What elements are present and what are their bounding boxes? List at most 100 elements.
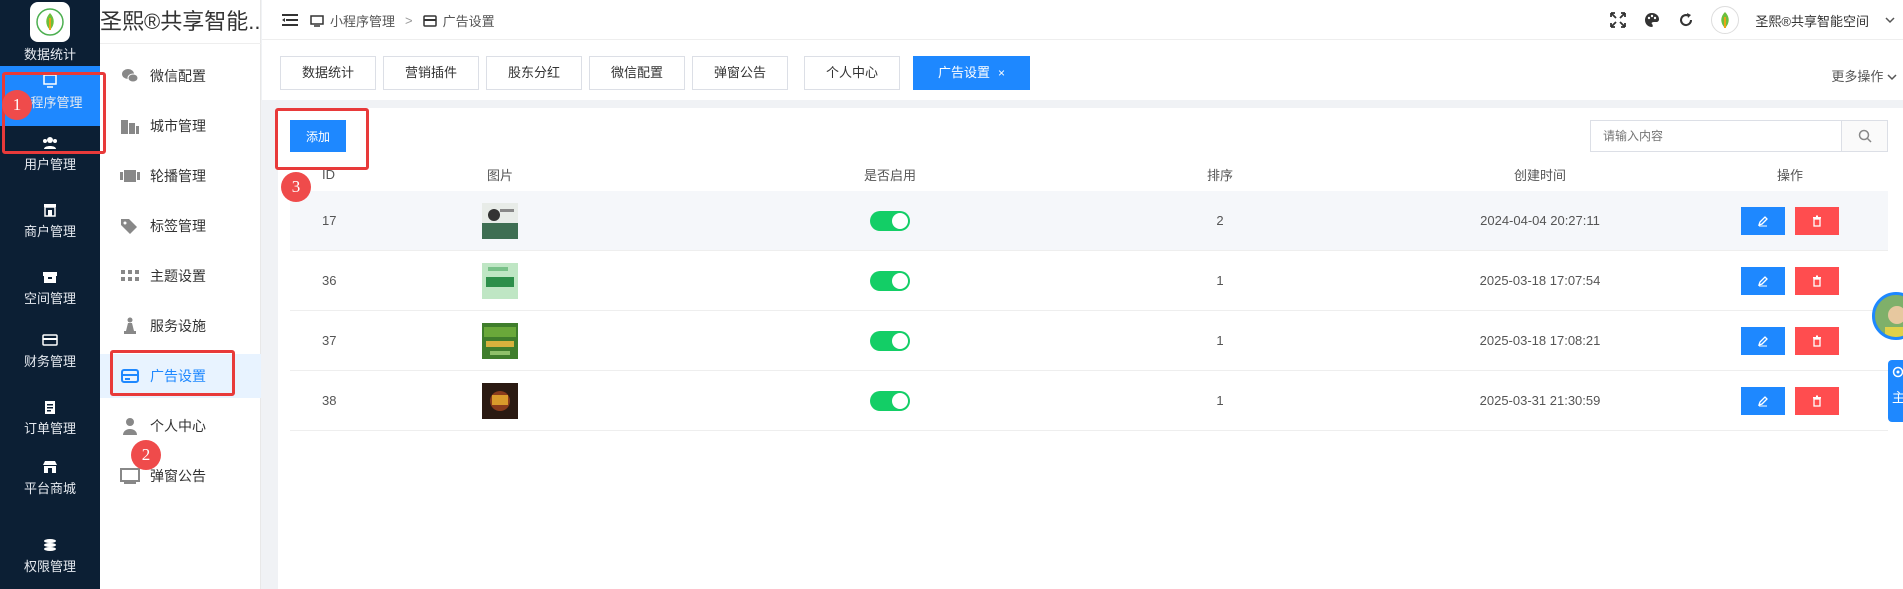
sidebar-item-popup[interactable]: 弹窗公告 xyxy=(100,454,261,498)
chevron-down-icon xyxy=(1887,74,1897,81)
sidebar-item-city[interactable]: 城市管理 xyxy=(100,104,261,148)
delete-button[interactable] xyxy=(1795,386,1839,415)
clipboard-icon xyxy=(45,401,55,414)
delete-button[interactable] xyxy=(1795,326,1839,355)
breadcrumb-separator: > xyxy=(405,13,413,28)
row-created: 2024-04-04 20:27:11 xyxy=(1480,213,1600,228)
nav-item-stats[interactable]: 数据统计 xyxy=(0,44,100,63)
nav-item-mall[interactable]: 平台商城 xyxy=(0,460,100,497)
user-name[interactable]: 圣熙®共享智能空间 xyxy=(1755,11,1869,30)
switch-on[interactable] xyxy=(870,270,910,291)
breadcrumb-item-current: 广告设置 xyxy=(442,14,495,29)
ad-image[interactable] xyxy=(470,191,530,250)
trash-icon xyxy=(1813,335,1821,347)
edit-icon xyxy=(1757,215,1768,226)
card-icon xyxy=(42,334,58,346)
row-created: 2025-03-31 21:30:59 xyxy=(1479,393,1601,408)
table-row: 36 1 2025-03-18 17:07:54 xyxy=(290,251,1888,311)
tag-icon xyxy=(120,218,140,234)
nav-item-finance[interactable]: 财务管理 xyxy=(0,333,100,370)
sidebar-item-facilities[interactable]: 服务设施 xyxy=(100,304,261,348)
tab-stats[interactable]: 数据统计 xyxy=(280,56,376,90)
chevron-down-icon[interactable] xyxy=(1885,15,1895,25)
nav-item-label: 数据统计 xyxy=(23,47,76,62)
switch-on[interactable] xyxy=(870,210,910,231)
sidebar-item-label: 城市管理 xyxy=(150,118,206,134)
tab-wechat[interactable]: 微信配置 xyxy=(589,56,685,90)
top-header: 小程序管理 > 广告设置 圣熙®共享智能空间 xyxy=(262,0,1903,40)
search-input[interactable] xyxy=(1591,121,1841,151)
enabled-toggle[interactable] xyxy=(790,311,990,370)
enabled-toggle[interactable] xyxy=(790,251,990,310)
ad-image[interactable] xyxy=(470,371,530,430)
ad-thumbnail xyxy=(482,382,518,419)
app-logo[interactable] xyxy=(30,2,70,42)
row-actions xyxy=(1710,371,1870,430)
sidebar-item-theme[interactable]: 主题设置 xyxy=(100,254,261,298)
annotation-marker-1: 1 xyxy=(2,90,32,120)
ad-thumbnail xyxy=(482,262,518,299)
edit-button[interactable] xyxy=(1741,326,1785,355)
coins-icon xyxy=(44,539,56,551)
sidebar-item-wechat[interactable]: 微信配置 xyxy=(100,54,261,98)
nav-item-merchants[interactable]: 商户管理 xyxy=(0,203,100,240)
tab-popup[interactable]: 弹窗公告 xyxy=(692,56,788,90)
enabled-toggle[interactable] xyxy=(790,191,990,250)
row-sort: 1 xyxy=(1216,393,1224,408)
refresh-icon[interactable] xyxy=(1677,11,1695,29)
main-nav: 数据统计 小程序管理 用户管理 商户管理 空间管理 财务管理 订单管理 平台商城… xyxy=(0,0,100,589)
nav-item-spaces[interactable]: 空间管理 xyxy=(0,270,100,307)
sidebar-item-label: 服务设施 xyxy=(150,318,206,334)
delete-button[interactable] xyxy=(1795,266,1839,295)
tab-profile[interactable]: 个人中心 xyxy=(804,56,900,90)
search-button[interactable] xyxy=(1841,121,1887,151)
more-operations-dropdown[interactable]: 更多操作 xyxy=(1831,66,1897,85)
table-row: 37 1 2025-03-18 17:08:21 xyxy=(290,311,1888,371)
sidebar-item-carousel[interactable]: 轮播管理 xyxy=(100,154,261,198)
tab-ads[interactable]: 广告设置 × xyxy=(913,56,1030,90)
menu-toggle-icon[interactable] xyxy=(282,12,298,28)
edit-icon xyxy=(1757,395,1768,406)
enabled-toggle[interactable] xyxy=(790,371,990,430)
row-created: 2025-03-18 17:08:21 xyxy=(1479,333,1601,348)
floating-tab-label: 主 xyxy=(1892,390,1903,405)
edit-button[interactable] xyxy=(1741,266,1785,295)
tab-dividends[interactable]: 股东分红 xyxy=(486,56,582,90)
palette-icon[interactable] xyxy=(1643,11,1661,29)
ad-image[interactable] xyxy=(470,251,530,310)
avatar[interactable] xyxy=(1711,6,1740,34)
tab-label: 弹窗公告 xyxy=(713,65,766,80)
monitor-icon xyxy=(120,468,140,484)
fullscreen-icon[interactable] xyxy=(1609,11,1627,29)
row-actions xyxy=(1710,251,1870,310)
breadcrumb-item[interactable]: 小程序管理 xyxy=(330,11,395,30)
nav-item-users[interactable]: 用户管理 xyxy=(0,136,100,173)
ad-image[interactable] xyxy=(470,311,530,370)
nav-item-orders[interactable]: 订单管理 xyxy=(0,400,100,437)
edit-button[interactable] xyxy=(1741,386,1785,415)
edit-button[interactable] xyxy=(1741,206,1785,235)
delete-button[interactable] xyxy=(1795,206,1839,235)
column-header: 是否启用 xyxy=(863,168,916,183)
store-icon xyxy=(43,461,57,473)
person-icon xyxy=(120,418,140,435)
switch-on[interactable] xyxy=(870,390,910,411)
person-photo-icon xyxy=(1875,295,1903,337)
floating-theme-tab[interactable]: 主 xyxy=(1888,360,1903,422)
nav-item-permissions[interactable]: 权限管理 xyxy=(0,538,100,575)
settings-icon xyxy=(1892,366,1903,378)
switch-on[interactable] xyxy=(870,330,910,351)
tab-marketing[interactable]: 营销插件 xyxy=(383,56,479,90)
sidebar-item-tags[interactable]: 标签管理 xyxy=(100,204,261,248)
row-created: 2025-03-18 17:07:54 xyxy=(1479,273,1601,288)
table-header-row: ID 图片 是否启用 排序 创建时间 操作 xyxy=(290,158,1888,191)
annotation-marker-3: 3 xyxy=(281,172,311,202)
close-icon[interactable]: × xyxy=(998,66,1005,80)
ad-thumbnail xyxy=(482,202,518,239)
box-icon xyxy=(43,272,57,283)
ad-icon xyxy=(422,14,437,27)
sidebar-item-ads[interactable]: 广告设置 xyxy=(100,354,261,398)
sidebar-item-profile[interactable]: 个人中心 xyxy=(100,404,261,448)
add-button[interactable]: 添加 xyxy=(290,120,346,152)
row-actions xyxy=(1710,311,1870,370)
